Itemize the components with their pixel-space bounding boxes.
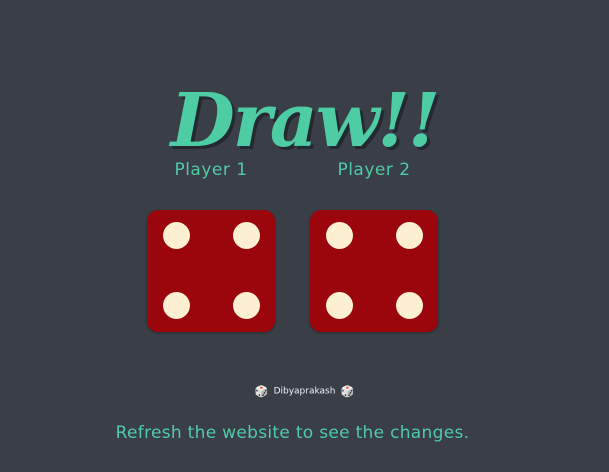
- credit-name: Dibyaprakash: [273, 386, 336, 397]
- die-pip: [163, 222, 190, 249]
- die-pip: [163, 292, 190, 319]
- result-title: Draw!!: [170, 77, 441, 164]
- refresh-message: Refresh the website to see the changes.: [115, 423, 470, 443]
- die-pip: [233, 292, 260, 319]
- credit-line: 🎲 Dibyaprakash 🎲: [0, 385, 609, 398]
- die-pip: [326, 222, 353, 249]
- dice-icon: 🎲: [254, 385, 269, 398]
- player-2-die: [310, 210, 438, 332]
- player-1-die: [147, 210, 275, 332]
- die-pip: [233, 222, 260, 249]
- die-pip: [326, 292, 353, 319]
- player-2-label: Player 2: [337, 160, 411, 180]
- die-pip: [396, 292, 423, 319]
- dice-icon: 🎲: [340, 385, 355, 398]
- die-pip: [396, 222, 423, 249]
- player-1-label: Player 1: [174, 160, 248, 180]
